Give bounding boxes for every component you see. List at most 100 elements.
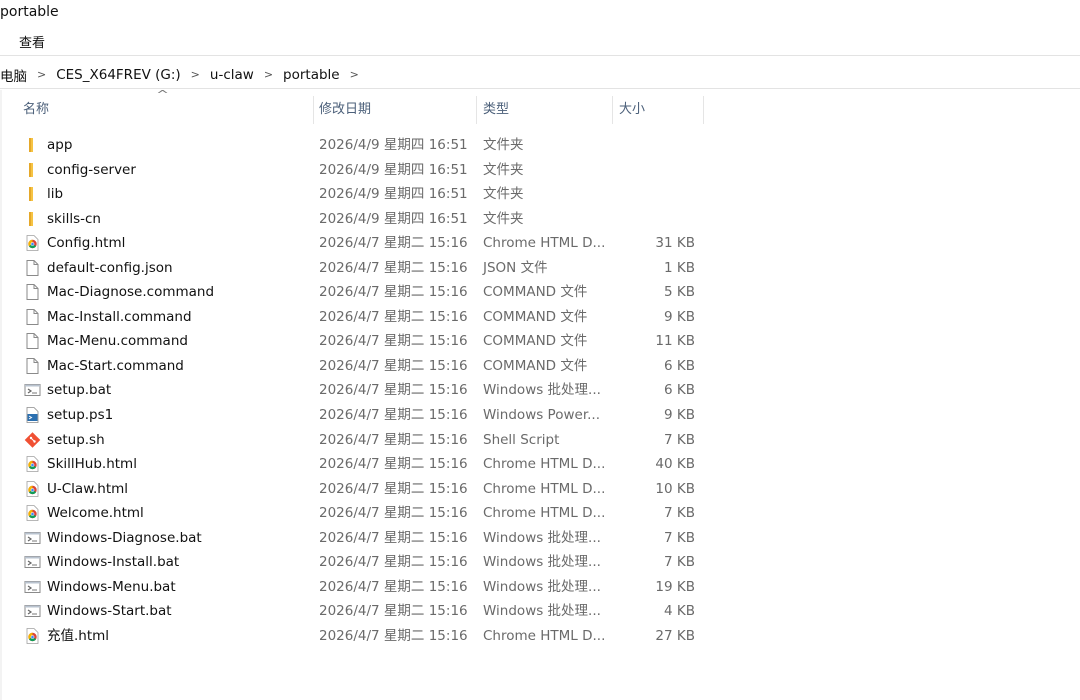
file-name: U-Claw.html	[47, 480, 129, 497]
file-row[interactable]: SkillHub.html 2026/4/7 星期二 15:16 Chrome HT…	[0, 452, 1080, 477]
file-row[interactable]: lib 2026/4/9 星期四 16:51 文件夹	[0, 182, 1080, 207]
chevron-right-icon[interactable]: >	[185, 68, 206, 81]
address-bar[interactable]: 电脑 > CES_X64FREV (G:) > u-claw > portabl…	[0, 62, 1080, 88]
file-size: 1 KB	[664, 259, 695, 276]
file-icon	[24, 259, 41, 276]
ribbon-divider	[0, 55, 1080, 56]
chrome-icon	[24, 505, 41, 522]
column-divider[interactable]	[612, 96, 613, 124]
chevron-right-icon[interactable]: >	[258, 68, 279, 81]
file-row[interactable]: setup.sh 2026/4/7 星期二 15:16 Shell Script 7 …	[0, 428, 1080, 453]
file-type: Windows 批处理...	[483, 603, 601, 620]
file-row[interactable]: app 2026/4/9 星期四 16:51 文件夹	[0, 133, 1080, 158]
column-name[interactable]: 名称	[23, 96, 49, 124]
file-row[interactable]: Mac-Start.command 2026/4/7 星期二 15:16 COMMA…	[0, 354, 1080, 379]
file-date: 2026/4/7 星期二 15:16	[319, 284, 468, 301]
column-date[interactable]: 修改日期	[319, 96, 371, 124]
file-name: Windows-Start.bat	[47, 603, 172, 620]
file-row[interactable]: setup.ps1 2026/4/7 星期二 15:16 Windows Power…	[0, 403, 1080, 428]
file-type: Chrome HTML D...	[483, 480, 606, 497]
file-name: 充值.html	[47, 627, 110, 644]
folder-icon	[24, 186, 41, 202]
file-type: COMMAND 文件	[483, 333, 588, 350]
file-row[interactable]: skills-cn 2026/4/9 星期四 16:51 文件夹	[0, 207, 1080, 232]
file-date: 2026/4/7 星期二 15:16	[319, 259, 468, 276]
folder-icon	[24, 162, 41, 178]
file-name: skills-cn	[47, 210, 101, 227]
file-row[interactable]: 充值.html 2026/4/7 星期二 15:16 Chrome HTML D..…	[0, 624, 1080, 649]
file-type: 文件夹	[483, 137, 524, 153]
breadcrumb-drive[interactable]: CES_X64FREV (G:)	[52, 67, 184, 83]
column-size[interactable]: 大小	[619, 96, 645, 124]
file-date: 2026/4/7 星期二 15:16	[319, 357, 468, 374]
batch-icon	[24, 554, 41, 570]
column-divider[interactable]	[703, 96, 704, 124]
file-name: default-config.json	[47, 259, 173, 276]
file-type: 文件夹	[483, 186, 524, 203]
column-type[interactable]: 类型	[483, 96, 509, 124]
batch-icon	[24, 530, 41, 546]
file-type: Windows 批处理...	[483, 554, 601, 571]
file-date: 2026/4/7 星期二 15:16	[319, 603, 468, 620]
file-date: 2026/4/7 星期二 15:16	[319, 456, 468, 473]
file-type: COMMAND 文件	[483, 284, 588, 301]
file-size: 19 KB	[655, 578, 695, 595]
file-icon	[24, 333, 41, 350]
file-row[interactable]: Mac-Diagnose.command 2026/4/7 星期二 15:16 CO…	[0, 280, 1080, 305]
file-date: 2026/4/9 星期四 16:51	[319, 161, 468, 178]
folder-icon	[24, 211, 41, 227]
file-row[interactable]: Mac-Install.command 2026/4/7 星期二 15:16 COM…	[0, 305, 1080, 330]
file-size: 9 KB	[664, 407, 695, 424]
column-divider[interactable]	[476, 96, 477, 124]
file-name: setup.sh	[47, 431, 105, 448]
file-row[interactable]: Welcome.html 2026/4/7 星期二 15:16 Chrome HTM…	[0, 501, 1080, 526]
powershell-icon	[24, 407, 41, 423]
sort-ascending-icon: ^	[156, 88, 170, 101]
chrome-icon	[24, 235, 41, 252]
file-size: 40 KB	[655, 456, 695, 473]
file-row[interactable]: Windows-Start.bat 2026/4/7 星期二 15:16 Windo…	[0, 599, 1080, 624]
file-size: 6 KB	[664, 357, 695, 374]
column-header: ^ 名称 修改日期 类型 大小	[0, 88, 1080, 124]
file-row[interactable]: Windows-Menu.bat 2026/4/7 星期二 15:16 Window…	[0, 575, 1080, 600]
chevron-right-icon[interactable]: >	[31, 68, 52, 81]
file-type: Chrome HTML D...	[483, 505, 606, 522]
file-row[interactable]: Windows-Diagnose.bat 2026/4/7 星期二 15:16 Wi…	[0, 526, 1080, 551]
file-explorer-window: portable 查看 电脑 > CES_X64FREV (G:) > u-cl…	[0, 0, 1080, 700]
breadcrumb-u-claw[interactable]: u-claw	[206, 67, 258, 83]
file-date: 2026/4/7 星期二 15:16	[319, 480, 468, 497]
batch-icon	[24, 603, 41, 619]
file-type: Shell Script	[483, 431, 560, 448]
file-date: 2026/4/7 星期二 15:16	[319, 529, 468, 546]
file-row[interactable]: U-Claw.html 2026/4/7 星期二 15:16 Chrome HTML…	[0, 477, 1080, 502]
file-name: Mac-Diagnose.command	[47, 284, 215, 301]
chrome-icon	[24, 628, 41, 644]
file-date: 2026/4/7 星期二 15:16	[319, 505, 468, 522]
file-row[interactable]: Mac-Menu.command 2026/4/7 星期二 15:16 COMMAN…	[0, 329, 1080, 354]
file-name: Mac-Install.command	[47, 308, 192, 325]
file-date: 2026/4/7 星期二 15:16	[319, 627, 468, 644]
file-date: 2026/4/7 星期二 15:16	[319, 554, 468, 571]
file-size: 7 KB	[664, 431, 695, 448]
file-date: 2026/4/7 星期二 15:16	[319, 382, 468, 399]
file-row[interactable]: Windows-Install.bat 2026/4/7 星期二 15:16 Win…	[0, 550, 1080, 575]
breadcrumb-computer[interactable]: 电脑	[0, 65, 31, 85]
file-date: 2026/4/9 星期四 16:51	[319, 186, 468, 203]
chevron-right-icon[interactable]: >	[344, 68, 365, 81]
file-row[interactable]: default-config.json 2026/4/7 星期二 15:16 JSO…	[0, 256, 1080, 281]
file-name: setup.bat	[47, 382, 112, 399]
breadcrumb-portable[interactable]: portable	[279, 67, 344, 83]
column-divider[interactable]	[313, 96, 314, 124]
file-row[interactable]: Config.html 2026/4/7 星期二 15:16 Chrome HTML…	[0, 231, 1080, 256]
file-type: 文件夹	[483, 210, 524, 227]
file-type: 文件夹	[483, 161, 524, 178]
view-tab[interactable]: 查看	[19, 32, 45, 51]
batch-icon	[24, 579, 41, 595]
file-row[interactable]: config-server 2026/4/9 星期四 16:51 文件夹	[0, 158, 1080, 183]
git-icon	[24, 431, 41, 448]
file-name: Config.html	[47, 235, 126, 252]
file-name: Welcome.html	[47, 505, 144, 522]
file-icon	[24, 308, 41, 325]
file-row[interactable]: setup.bat 2026/4/7 星期二 15:16 Windows 批处理..…	[0, 378, 1080, 403]
window-title: portable	[0, 4, 59, 20]
